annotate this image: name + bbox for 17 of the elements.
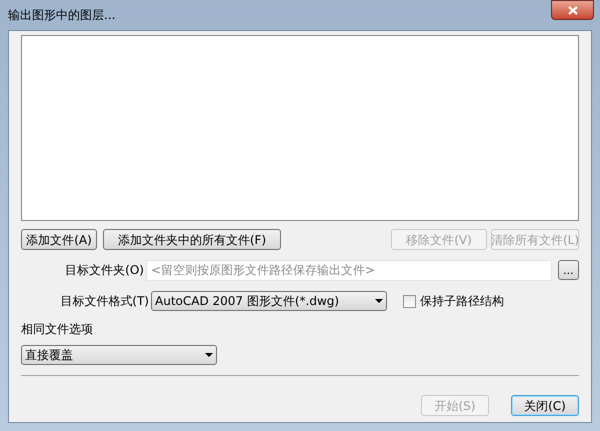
checkbox-label: 保持子路径结构: [420, 293, 504, 310]
close-icon: [568, 6, 578, 14]
dialog-button[interactable]: 添加文件(A): [21, 229, 97, 250]
browse-button[interactable]: ...: [558, 260, 579, 280]
dialog-button[interactable]: 添加文件夹中的所有文件(F): [103, 229, 281, 250]
field-label: 目标文件夹(O): [64, 262, 145, 279]
field-label: 目标文件格式(T): [59, 293, 150, 310]
options-dropdown[interactable]: 直接覆盖: [21, 345, 217, 365]
window-title: 输出图形中的图层...: [8, 7, 116, 24]
checkbox[interactable]: [403, 294, 416, 308]
dialog-button[interactable]: 关闭(C): [511, 395, 579, 416]
format-dropdown[interactable]: AutoCAD 2007 图形文件(*.dwg): [151, 291, 387, 311]
section-label: 相同文件选项: [21, 321, 93, 338]
caret-icon: [205, 353, 213, 357]
close-button[interactable]: [551, 0, 594, 20]
input-field[interactable]: <留空则按原图形文件路径保存输出文件>: [146, 260, 552, 280]
caret-icon: [375, 299, 383, 303]
